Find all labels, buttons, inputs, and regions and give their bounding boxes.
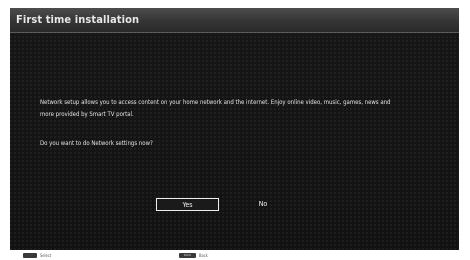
message-line-2: more provided by Smart TV portal. xyxy=(40,111,134,118)
tv-screen: First time installation Network setup al… xyxy=(10,8,459,250)
message-line-1: Network setup allows you to access conte… xyxy=(40,99,391,106)
message-area: Network setup allows you to access conte… xyxy=(40,97,450,147)
yes-button[interactable]: Yes xyxy=(156,198,219,211)
page-title: First time installation xyxy=(16,13,140,26)
no-button[interactable]: No xyxy=(248,198,278,211)
back-hint-label: Back xyxy=(199,253,208,258)
footer-hint-bar: Select BACK Back xyxy=(0,250,470,260)
ok-key-icon xyxy=(23,253,37,258)
question-text: Do you want to do Network settings now? xyxy=(40,140,153,147)
select-hint-label: Select xyxy=(40,253,52,258)
back-key-icon: BACK xyxy=(179,253,196,258)
title-bar: First time installation xyxy=(10,8,459,33)
